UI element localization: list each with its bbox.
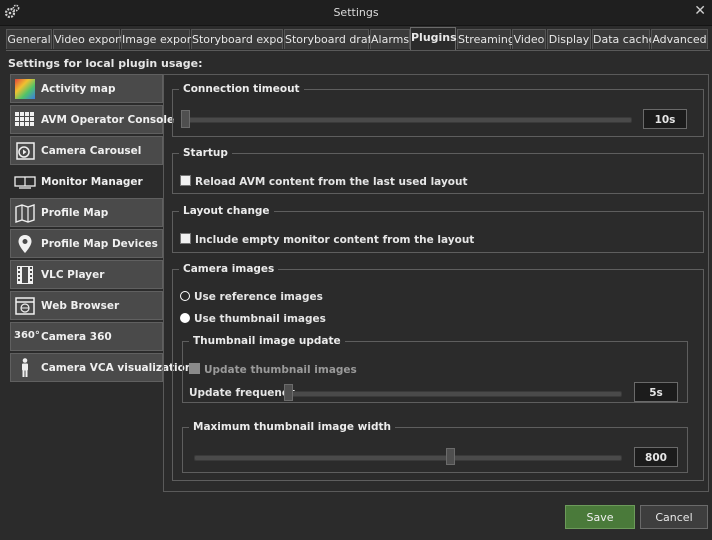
map-icon xyxy=(15,204,35,223)
cancel-button[interactable]: Cancel xyxy=(640,505,708,529)
update-frequency-label: Update frequency xyxy=(189,387,295,399)
tab-alarms[interactable]: Alarms xyxy=(370,29,410,49)
tab-display[interactable]: Display xyxy=(547,29,591,49)
max-thumbnail-width-slider[interactable] xyxy=(194,455,622,461)
slider-handle[interactable] xyxy=(181,110,190,128)
connection-timeout-group: Connection timeout xyxy=(172,83,704,137)
plugin-label: Profile Map Devices xyxy=(41,238,158,250)
group-legend: Startup xyxy=(183,147,228,159)
tab-storyboard-draft[interactable]: Storyboard draft xyxy=(284,29,376,49)
360-icon: 360° xyxy=(14,330,40,341)
group-legend: Connection timeout xyxy=(183,83,300,95)
plugin-item-profile-map[interactable]: Profile Map xyxy=(10,198,163,227)
activity-map-icon xyxy=(15,79,35,99)
use-reference-images-radio[interactable]: Use reference images xyxy=(180,291,323,303)
plugin-item-web-browser[interactable]: Web Browser xyxy=(10,291,163,320)
plugin-label: VLC Player xyxy=(41,269,105,281)
tab-video-export[interactable]: Video export xyxy=(53,29,124,49)
plugin-settings-panel: Connection timeout 10s Startup Reload AV… xyxy=(163,74,709,492)
tab-streaming[interactable]: Streaming xyxy=(457,29,515,49)
checkbox-box[interactable] xyxy=(180,175,191,186)
tab-divider xyxy=(6,50,710,51)
update-frequency-value[interactable]: 5s xyxy=(634,382,678,402)
tab-video[interactable]: Video xyxy=(512,29,546,49)
plugin-label: Profile Map xyxy=(41,207,109,219)
slider-handle[interactable] xyxy=(446,448,455,465)
web-icon xyxy=(15,297,35,315)
update-frequency-slider[interactable] xyxy=(284,391,622,397)
plugin-label: Web Browser xyxy=(41,300,120,312)
map-pin-icon xyxy=(18,235,32,253)
connection-timeout-slider[interactable] xyxy=(182,117,632,123)
tab-bar: General Video export Image export Storyb… xyxy=(6,27,710,50)
radio-label: Use thumbnail images xyxy=(194,313,326,325)
tab-advanced[interactable]: Advanced xyxy=(651,29,708,49)
checkbox-label: Reload AVM content from the last used la… xyxy=(195,176,468,188)
checkbox-label: Update thumbnail images xyxy=(204,364,357,376)
plugin-item-activity-map[interactable]: Activity map xyxy=(10,74,163,103)
reload-layout-checkbox[interactable]: Reload AVM content from the last used la… xyxy=(180,175,468,188)
group-legend: Maximum thumbnail image width xyxy=(193,421,391,433)
monitor-icon xyxy=(14,176,36,189)
tab-data-cache[interactable]: Data cache xyxy=(592,29,655,49)
plugin-item-monitor-manager[interactable]: Monitor Manager xyxy=(10,167,167,196)
group-legend: Camera images xyxy=(183,263,275,275)
film-icon xyxy=(17,266,33,284)
plugin-label: Camera Carousel xyxy=(41,145,142,157)
checkbox-box[interactable] xyxy=(180,233,191,244)
tab-storyboard-export[interactable]: Storyboard export xyxy=(191,29,292,49)
plugin-label: Camera 360 xyxy=(41,331,112,343)
radio-label: Use reference images xyxy=(194,291,323,303)
save-button[interactable]: Save xyxy=(565,505,635,529)
plugin-label: Monitor Manager xyxy=(41,176,143,188)
connection-timeout-value[interactable]: 10s xyxy=(643,109,687,129)
plugin-item-camera-360[interactable]: 360° Camera 360 xyxy=(10,322,163,351)
radio-button[interactable] xyxy=(180,313,190,323)
plugin-label: Activity map xyxy=(41,83,116,95)
max-thumbnail-width-group: Maximum thumbnail image width xyxy=(182,421,688,473)
include-empty-monitor-checkbox[interactable]: Include empty monitor content from the l… xyxy=(180,233,474,246)
tab-general[interactable]: General xyxy=(6,29,52,49)
plugin-item-avm-operator-console[interactable]: AVM Operator Console xyxy=(10,105,174,134)
carousel-icon xyxy=(16,142,35,160)
radio-button[interactable] xyxy=(180,291,190,301)
plugin-item-camera-vca-visualization[interactable]: Camera VCA visualization xyxy=(10,353,192,382)
plugin-item-profile-map-devices[interactable]: Profile Map Devices xyxy=(10,229,163,258)
max-thumbnail-width-value[interactable]: 800 xyxy=(634,447,678,467)
update-thumbnail-checkbox[interactable]: Update thumbnail images xyxy=(189,363,357,376)
group-legend: Thumbnail image update xyxy=(193,335,341,347)
window-title: Settings xyxy=(333,6,379,19)
group-legend: Layout change xyxy=(183,205,270,217)
tab-image-export[interactable]: Image export xyxy=(121,29,196,49)
person-icon xyxy=(22,358,28,377)
use-thumbnail-images-radio[interactable]: Use thumbnail images xyxy=(180,313,326,325)
plugin-item-vlc-player[interactable]: VLC Player xyxy=(10,260,163,289)
title-bar: Settings ✕ xyxy=(0,0,712,26)
plugin-item-camera-carousel[interactable]: Camera Carousel xyxy=(10,136,163,165)
grid-icon xyxy=(15,112,34,126)
plugin-label: AVM Operator Console xyxy=(41,114,175,126)
plugins-header: Settings for local plugin usage: xyxy=(8,57,203,70)
checkbox-label: Include empty monitor content from the l… xyxy=(195,234,475,246)
close-icon[interactable]: ✕ xyxy=(694,3,706,19)
tab-plugins[interactable]: Plugins xyxy=(410,27,457,50)
slider-handle[interactable] xyxy=(284,384,293,401)
checkbox-box[interactable] xyxy=(189,363,200,374)
